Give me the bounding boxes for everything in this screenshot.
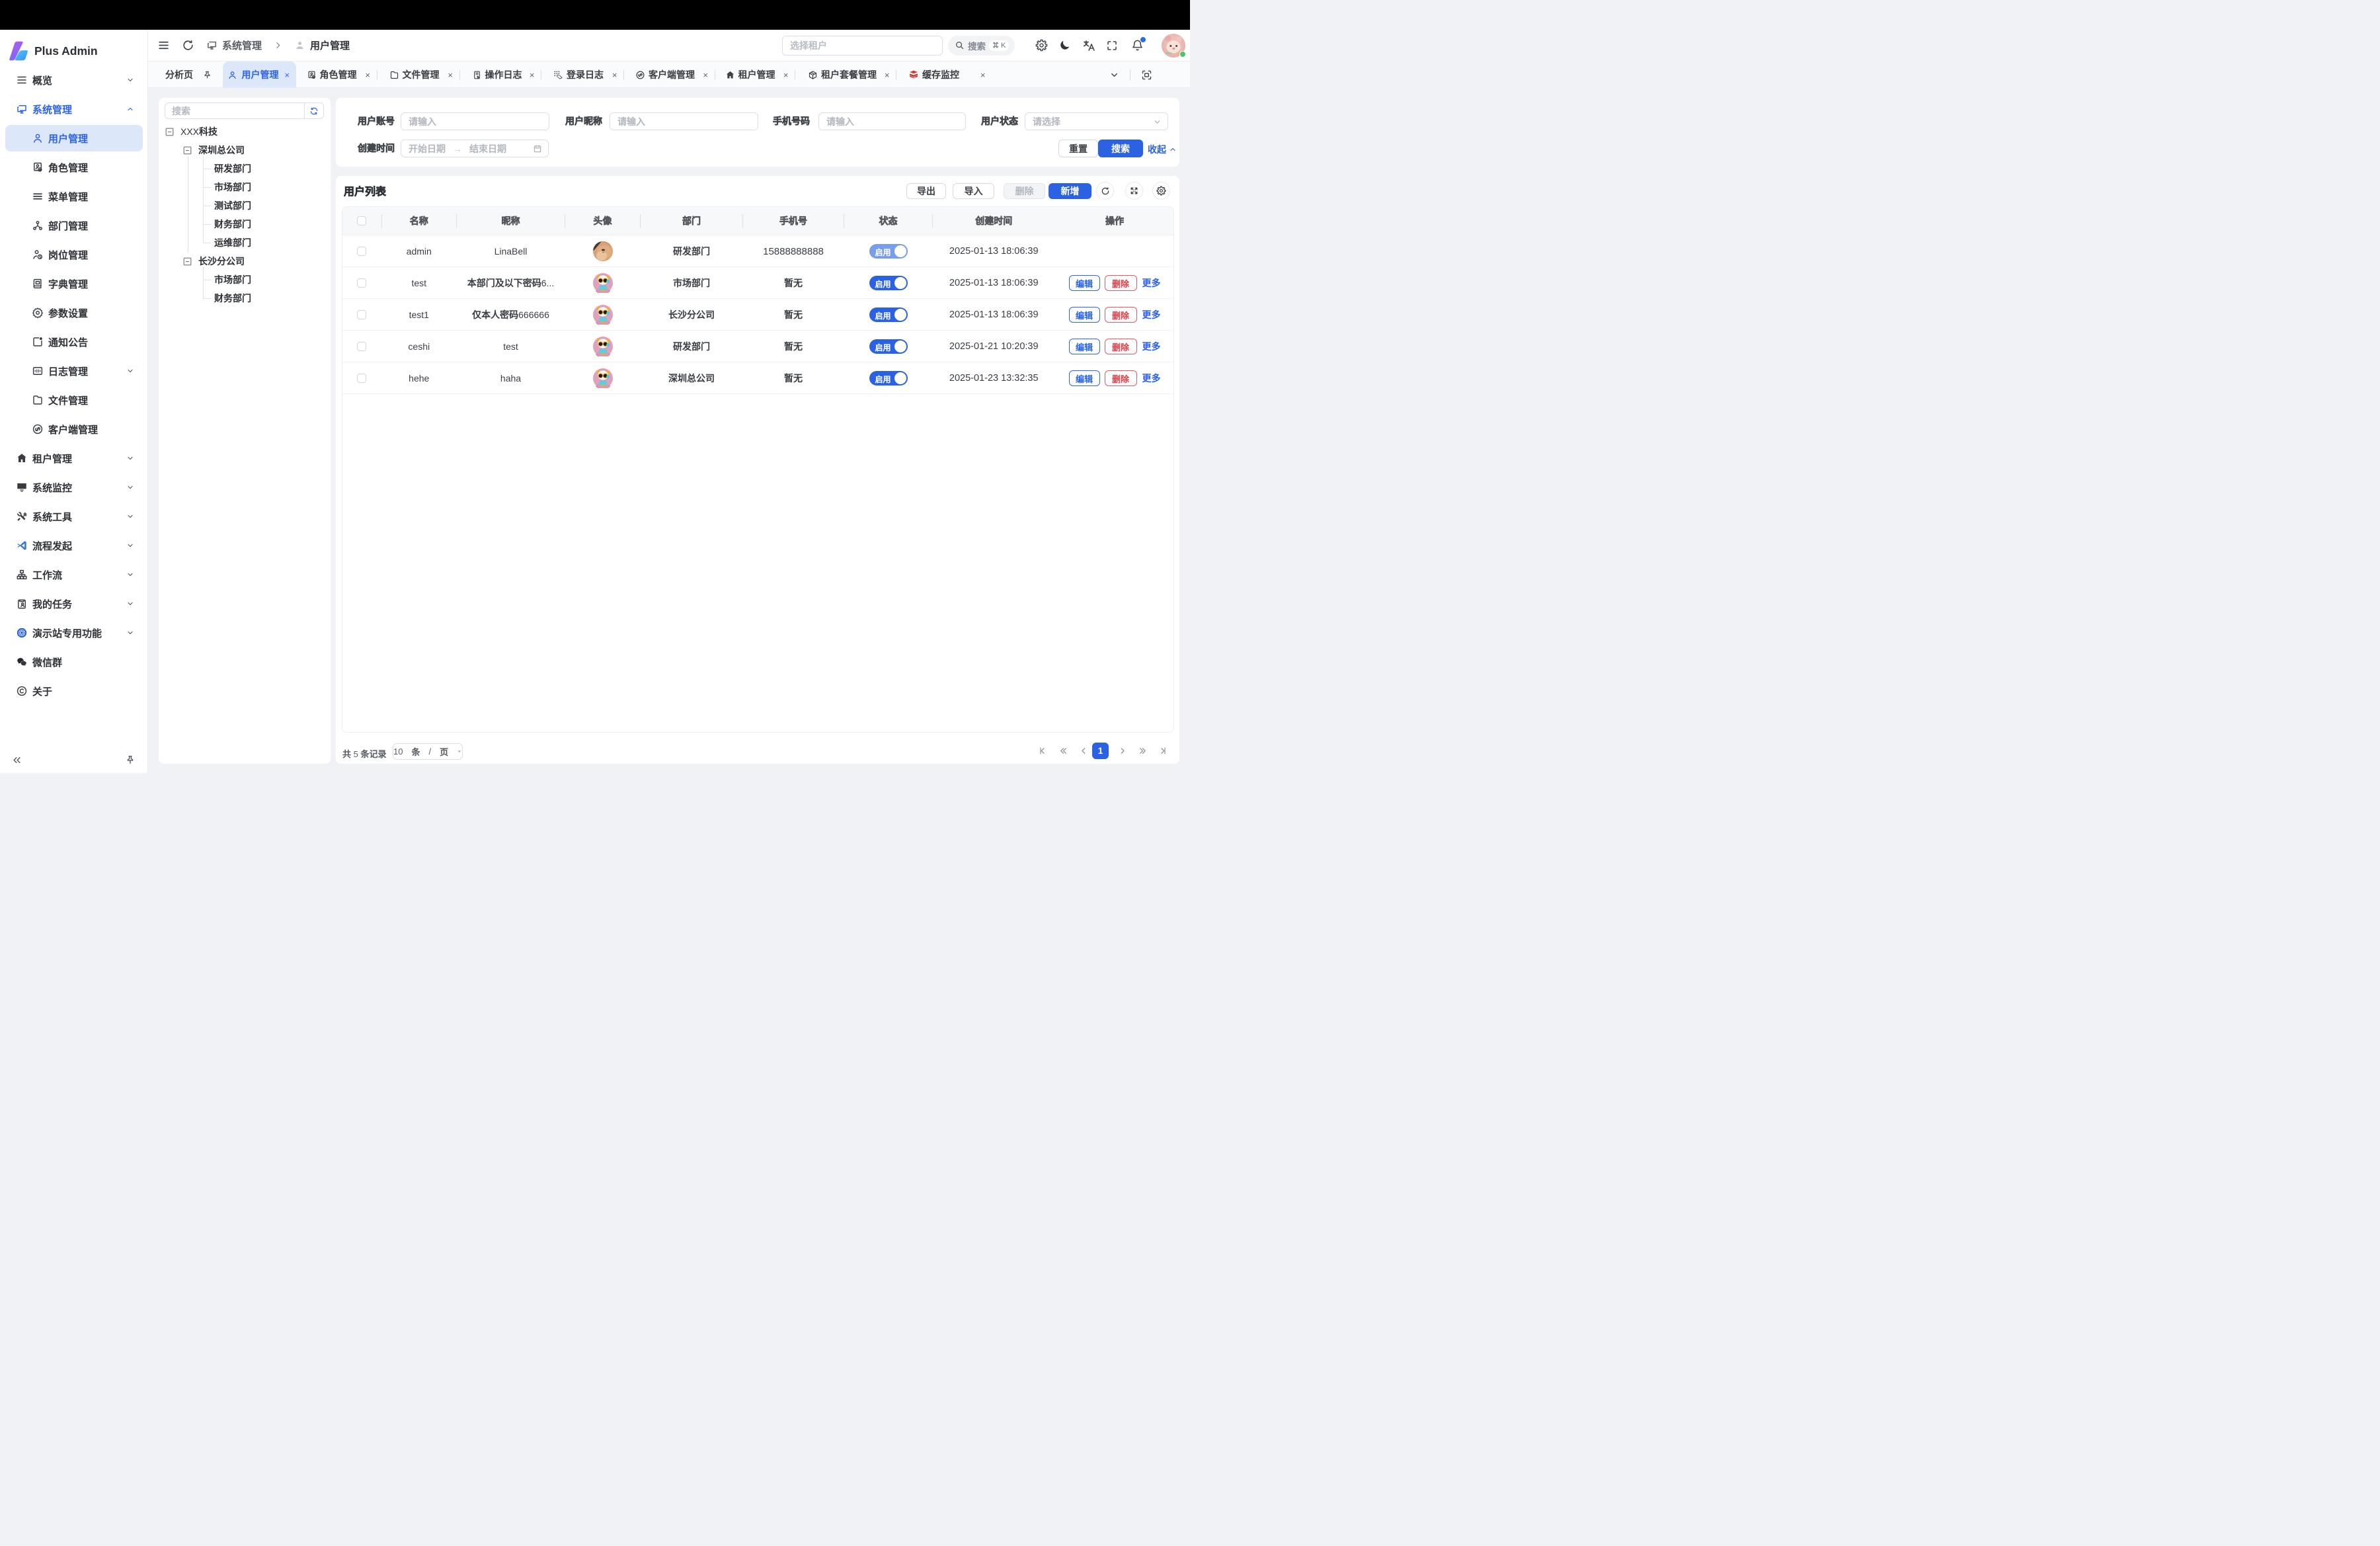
svg-text:redis: redis (910, 76, 916, 79)
